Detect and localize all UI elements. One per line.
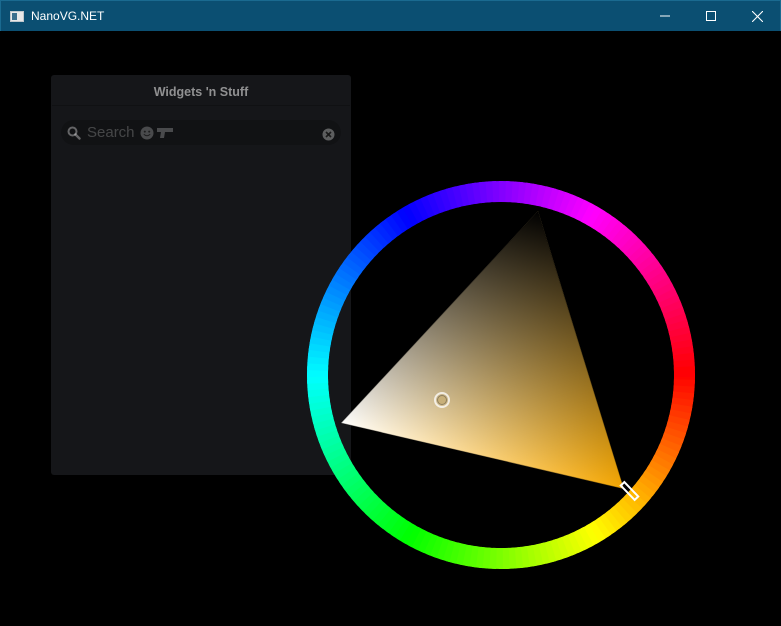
window-title: NanoVG.NET [31, 9, 105, 23]
nanovg-canvas[interactable]: Widgets 'n Stuff Search [1, 31, 780, 625]
maximize-icon [706, 11, 716, 21]
maximize-button[interactable] [688, 1, 734, 31]
app-icon [10, 10, 24, 22]
close-icon [751, 10, 763, 22]
minimize-button[interactable] [642, 1, 688, 31]
color-selector-handle[interactable] [434, 392, 450, 408]
close-button[interactable] [734, 1, 780, 31]
title-bar[interactable]: NanoVG.NET [0, 0, 781, 31]
saturation-triangle[interactable] [340, 210, 625, 490]
color-wheel[interactable] [1, 31, 780, 625]
minimize-icon [660, 15, 670, 17]
hue-ring-segment [673, 366, 695, 377]
